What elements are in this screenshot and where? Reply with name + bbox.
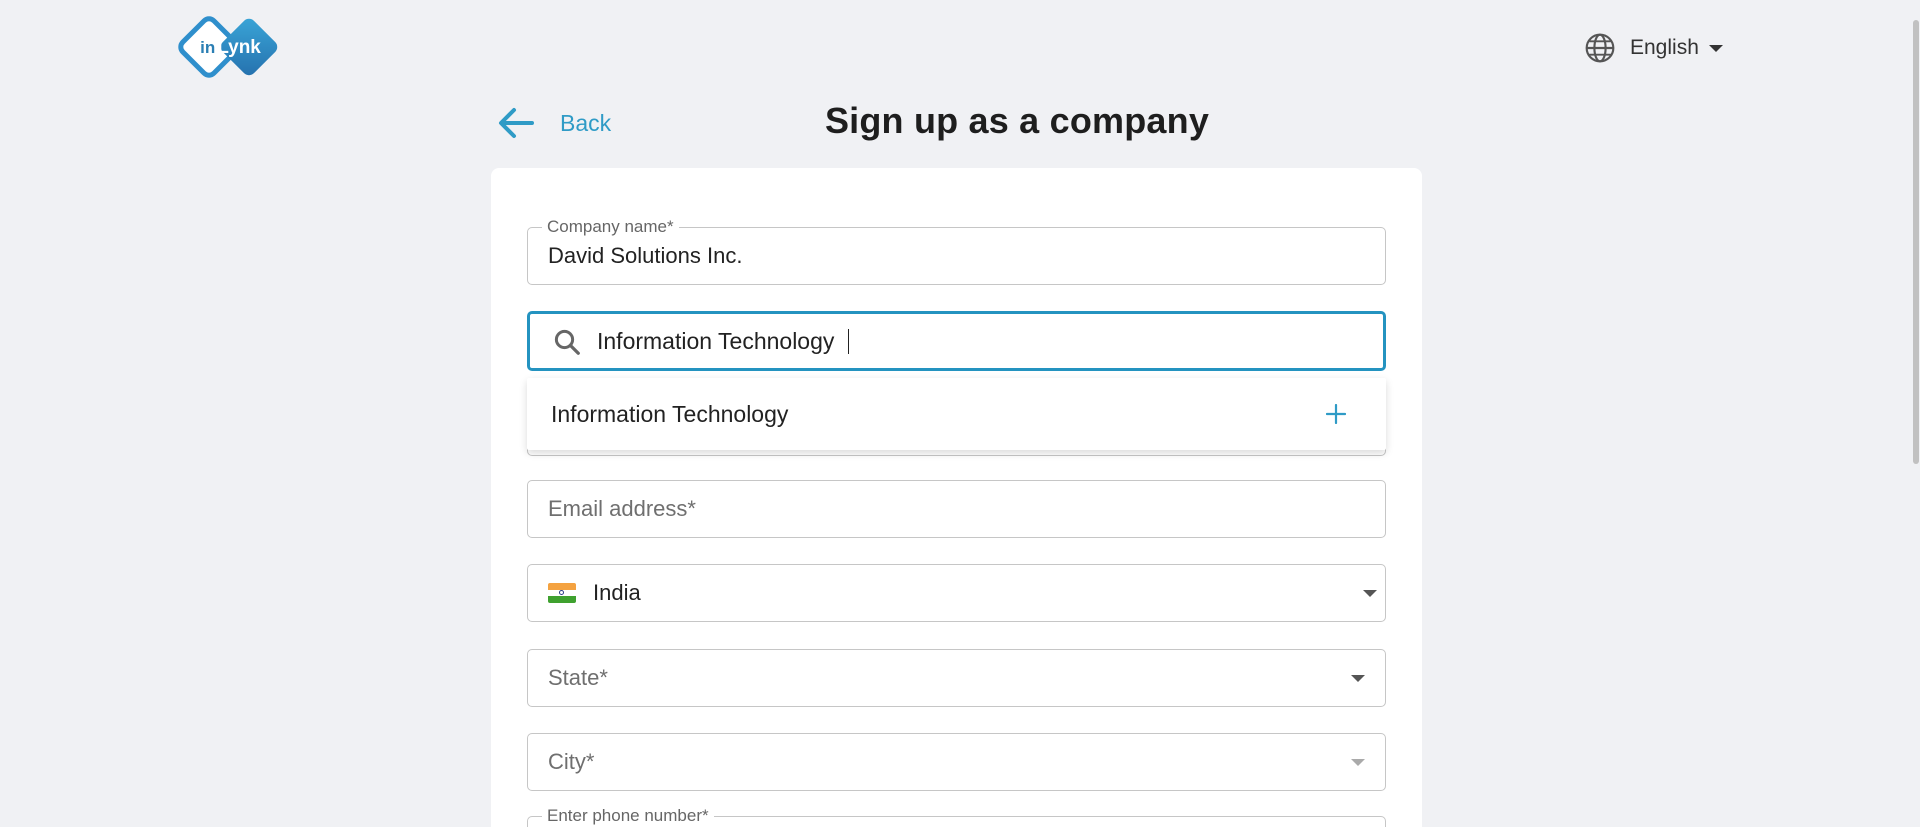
text-cursor <box>848 329 849 354</box>
phone-label: Enter phone number* <box>542 806 714 826</box>
state-select[interactable]: State* <box>527 649 1386 707</box>
industry-search-input-wrapper[interactable] <box>527 311 1386 371</box>
plus-icon[interactable] <box>1326 404 1346 424</box>
country-select[interactable]: India <box>527 564 1386 622</box>
email-field[interactable]: Email address* <box>527 480 1386 538</box>
chevron-down-icon <box>1351 675 1365 682</box>
country-value: India <box>593 580 641 605</box>
back-button[interactable]: Back <box>496 102 611 144</box>
language-label: English <box>1630 36 1699 59</box>
logo-diamonds-icon <box>178 16 278 78</box>
page-scrollbar[interactable] <box>1912 0 1920 827</box>
email-placeholder: Email address* <box>548 496 696 521</box>
arrow-left-icon <box>499 108 534 138</box>
suggestion-label: Information Technology <box>551 401 789 427</box>
city-placeholder: City* <box>548 749 595 774</box>
industry-suggestion-item[interactable]: Information Technology <box>527 378 1386 450</box>
language-selector[interactable]: English <box>1584 30 1723 66</box>
chevron-down-icon <box>1708 44 1723 52</box>
company-name-field[interactable]: Company name* David Solutions Inc. <box>527 217 1386 285</box>
signup-page: in Lynk English Back Sign up as a company… <box>0 0 1920 827</box>
india-flag-icon <box>548 583 576 603</box>
city-select[interactable]: City* <box>527 733 1386 791</box>
industry-search-input[interactable] <box>597 322 1357 360</box>
state-placeholder: State* <box>548 665 608 690</box>
scrollbar-thumb[interactable] <box>1913 20 1919 464</box>
chevron-down-icon <box>1363 590 1377 597</box>
inlynk-logo[interactable]: in Lynk <box>178 16 282 80</box>
page-title: Sign up as a company <box>824 100 1210 141</box>
globe-icon <box>1585 33 1615 63</box>
company-name-value: David Solutions Inc. <box>548 243 743 268</box>
chevron-down-icon <box>1351 759 1365 766</box>
back-label: Back <box>560 109 612 136</box>
search-icon <box>554 329 580 355</box>
phone-field[interactable]: Enter phone number* <box>527 806 1386 827</box>
